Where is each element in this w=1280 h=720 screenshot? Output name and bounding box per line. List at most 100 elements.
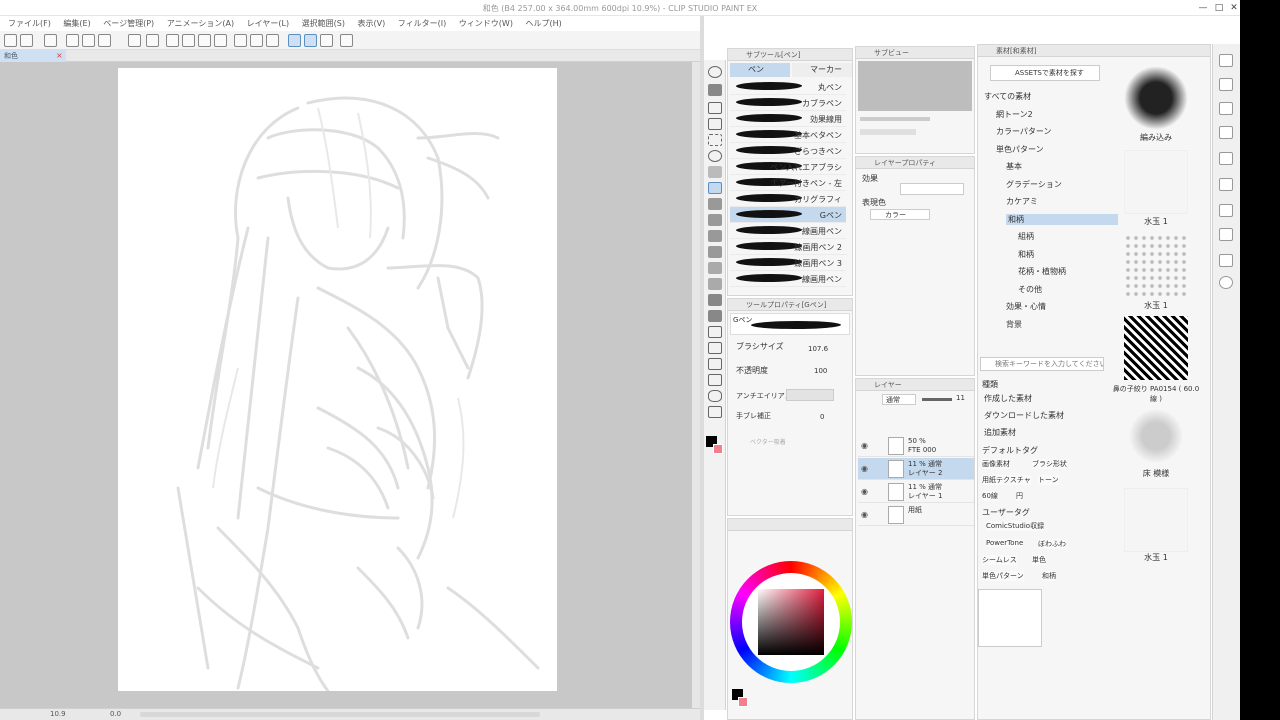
hamburger-icon[interactable] bbox=[4, 34, 17, 47]
user-tag[interactable]: ぼわふわ bbox=[1038, 539, 1066, 549]
default-tag[interactable]: 用紙テクスチャ bbox=[982, 475, 1031, 485]
material-thumb-floor[interactable] bbox=[1124, 404, 1188, 468]
menu-layer[interactable]: レイヤー(L) bbox=[242, 16, 294, 31]
subtool-item[interactable]: ざらつきペン bbox=[730, 143, 846, 159]
user-tag[interactable]: ComicStudio収録 bbox=[986, 521, 1045, 531]
subtool-item[interactable]: エアー付きペン - 左 bbox=[730, 175, 846, 191]
export-icon[interactable] bbox=[82, 34, 95, 47]
material-kind-item[interactable]: 作成した素材 bbox=[984, 393, 1032, 404]
move-layer-tool-icon[interactable] bbox=[708, 118, 722, 130]
material-thumb-dots-3[interactable] bbox=[1124, 488, 1188, 552]
snap-grid-icon[interactable] bbox=[320, 34, 333, 47]
angle-value[interactable]: 0.0 bbox=[110, 710, 121, 718]
default-tag[interactable]: 画像素材 bbox=[982, 459, 1010, 469]
layer-row[interactable]: ◉ 11 % 通常 レイヤー 1 bbox=[858, 481, 974, 503]
subtool-item[interactable]: 効果線用 bbox=[730, 111, 846, 127]
user-tag[interactable]: シームレス bbox=[982, 555, 1017, 565]
menu-file[interactable]: ファイル(F) bbox=[0, 16, 56, 31]
material-tree-item[interactable]: 網トーン2 bbox=[996, 109, 1033, 120]
navigator-rotate-slider[interactable] bbox=[860, 129, 916, 135]
line-correction-tool-icon[interactable] bbox=[708, 406, 722, 418]
subtool-item[interactable]: カリグラフィ bbox=[730, 191, 846, 207]
deselect-icon[interactable] bbox=[234, 34, 247, 47]
frame-tool-icon[interactable] bbox=[708, 342, 722, 354]
subtool-item[interactable]: 線画用ペン 2 bbox=[730, 239, 846, 255]
layer-row[interactable]: ◉ 用紙 bbox=[858, 504, 974, 526]
material-tree-item[interactable]: 効果・心情 bbox=[1006, 301, 1046, 312]
snap-ruler-icon[interactable] bbox=[288, 34, 301, 47]
redo-icon[interactable] bbox=[146, 34, 159, 47]
tab-marker[interactable]: マーカー bbox=[792, 63, 852, 77]
drawing-paper[interactable] bbox=[118, 68, 557, 691]
eye-icon[interactable]: ◉ bbox=[861, 510, 868, 519]
material-tree-item[interactable]: 組柄 bbox=[1018, 231, 1034, 242]
material-tree-item[interactable]: 和柄 bbox=[1006, 213, 1118, 225]
eye-icon[interactable]: ◉ bbox=[861, 487, 868, 496]
eyedropper-tool-icon[interactable] bbox=[708, 166, 722, 178]
blend-tool-icon[interactable] bbox=[708, 278, 722, 290]
menu-selection[interactable]: 選択範囲(S) bbox=[297, 16, 350, 31]
panel-toggle-icon[interactable] bbox=[1219, 254, 1233, 267]
layer-row[interactable]: ◉ 11 % 通常 レイヤー 2 bbox=[858, 458, 974, 480]
navigator-slider[interactable] bbox=[860, 117, 930, 121]
layer-opacity-value[interactable]: 11 bbox=[956, 394, 965, 402]
navigator-preview[interactable] bbox=[858, 61, 972, 111]
transform-icon[interactable] bbox=[214, 34, 227, 47]
canvas-horizontal-scrollbar[interactable] bbox=[140, 712, 540, 717]
eraser-tool-icon[interactable] bbox=[708, 262, 722, 274]
close-button[interactable]: ✕ bbox=[1227, 2, 1241, 14]
lasso-tool-icon[interactable] bbox=[708, 150, 722, 162]
subtool-item[interactable]: カブラペン bbox=[730, 95, 846, 111]
pen-tool-icon[interactable] bbox=[708, 182, 722, 194]
saturation-value-square[interactable] bbox=[758, 589, 824, 655]
zoom-value[interactable]: 10.9 bbox=[50, 710, 66, 718]
canvas-tab-close[interactable]: × bbox=[56, 50, 63, 62]
assets-search-button[interactable]: ASSETSで素材を探す bbox=[990, 65, 1100, 81]
material-thumb-shibori[interactable] bbox=[1124, 316, 1188, 380]
material-tree-item[interactable]: 背景 bbox=[1006, 319, 1022, 330]
panel-toggle-icon[interactable] bbox=[1219, 126, 1233, 139]
panel-toggle-icon[interactable] bbox=[1219, 178, 1233, 191]
material-search-input[interactable]: 検索キーワードを入力してください bbox=[980, 357, 1104, 371]
subtool-item[interactable]: ペン入れエアブラシ bbox=[730, 159, 846, 175]
panel-toggle-icon[interactable] bbox=[1219, 78, 1233, 91]
eye-icon[interactable]: ◉ bbox=[861, 441, 868, 450]
invert-selection-icon[interactable] bbox=[250, 34, 263, 47]
fill-icon[interactable] bbox=[198, 34, 211, 47]
panel-toggle-icon[interactable] bbox=[1219, 152, 1233, 165]
user-tag[interactable]: 単色パターン bbox=[982, 571, 1024, 581]
pencil-tool-icon[interactable] bbox=[708, 198, 722, 210]
material-kind-item[interactable]: 追加素材 bbox=[984, 427, 1016, 438]
color-sub-swatch[interactable] bbox=[738, 697, 748, 707]
material-tree-item[interactable]: グラデーション bbox=[1006, 179, 1062, 190]
subtool-item[interactable]: 線画用ペン 3 bbox=[730, 255, 846, 271]
brush-size-value[interactable]: 107.6 bbox=[808, 345, 828, 353]
material-tree-item[interactable]: 和柄 bbox=[1018, 249, 1034, 260]
menu-view[interactable]: 表示(V) bbox=[353, 16, 391, 31]
stabilization-value[interactable]: 0 bbox=[820, 413, 824, 421]
layer-row[interactable]: ◉ 50 % FTE 000 bbox=[858, 435, 974, 457]
opacity-value[interactable]: 100 bbox=[814, 367, 827, 375]
material-kind-item[interactable]: ダウンロードした素材 bbox=[984, 410, 1064, 421]
default-tag[interactable]: ブラシ形状 bbox=[1032, 459, 1067, 469]
sub-color-swatch[interactable] bbox=[713, 444, 723, 454]
user-tag[interactable]: 和柄 bbox=[1042, 571, 1056, 581]
panel-toggle-icon[interactable] bbox=[1219, 204, 1233, 217]
fill-tool-icon[interactable] bbox=[708, 294, 722, 306]
menu-page[interactable]: ページ管理(P) bbox=[98, 16, 159, 31]
decoration-tool-icon[interactable] bbox=[708, 246, 722, 258]
airbrush-tool-icon[interactable] bbox=[708, 230, 722, 242]
maximize-button[interactable]: □ bbox=[1212, 2, 1226, 14]
new-file-icon[interactable] bbox=[20, 34, 33, 47]
crop-icon[interactable] bbox=[266, 34, 279, 47]
save-icon[interactable] bbox=[66, 34, 79, 47]
cut-icon[interactable] bbox=[182, 34, 195, 47]
material-tree-item[interactable]: 花柄・植物柄 bbox=[1018, 266, 1066, 277]
brush-tool-icon[interactable] bbox=[708, 214, 722, 226]
material-tree-item[interactable]: 基本 bbox=[1006, 161, 1022, 172]
panel-toggle-icon[interactable] bbox=[1219, 228, 1233, 241]
undo-icon[interactable] bbox=[128, 34, 141, 47]
menu-filter[interactable]: フィルター(I) bbox=[393, 16, 451, 31]
settings-icon[interactable] bbox=[340, 34, 353, 47]
select-tool-icon[interactable] bbox=[708, 134, 722, 146]
